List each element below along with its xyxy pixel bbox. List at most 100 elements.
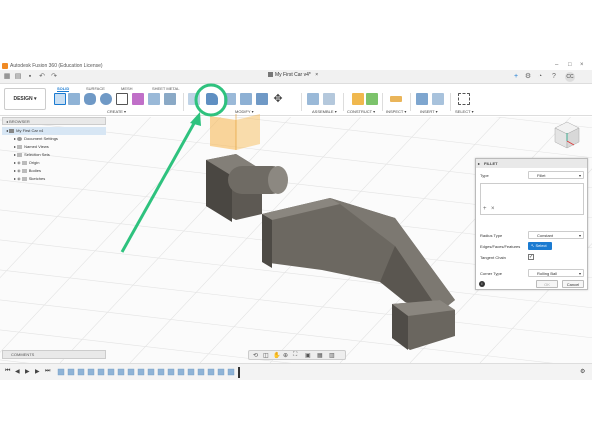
tab-mesh[interactable]: MESH	[121, 86, 133, 91]
workspace-switcher[interactable]: DESIGN ▾	[4, 88, 46, 110]
viewports-icon[interactable]: ▥	[329, 352, 335, 359]
type-select[interactable]: Fillet ▾	[528, 171, 584, 179]
new-component-icon[interactable]	[307, 93, 319, 105]
select-edges-button[interactable]: ↖ Select	[528, 242, 552, 250]
extrude-icon[interactable]	[68, 93, 80, 105]
group-select-label[interactable]: SELECT ▾	[455, 109, 474, 114]
group-create-label[interactable]: CREATE ▾	[107, 109, 126, 114]
play-icon[interactable]: ▶	[25, 368, 30, 375]
tab-solid[interactable]: SOLID	[57, 86, 70, 92]
view-cube[interactable]	[554, 121, 580, 149]
pattern-icon[interactable]	[148, 93, 160, 105]
help-icon[interactable]: ?	[550, 73, 558, 81]
browser-item-named-views[interactable]: ▸ Named Views	[2, 143, 106, 151]
maximize-icon[interactable]: □	[568, 62, 572, 68]
browser-item-label: Document Settings	[24, 136, 58, 141]
move-icon[interactable]: ✥	[272, 93, 284, 105]
tab-surface[interactable]: SURFACE	[86, 86, 105, 91]
component-icon	[9, 128, 15, 133]
group-modify-label[interactable]: MODIFY ▾	[235, 109, 254, 114]
insert-mesh-icon[interactable]	[432, 93, 444, 105]
browser-header[interactable]: ◂ BROWSER	[2, 117, 106, 125]
new-tab-icon[interactable]: +	[512, 73, 520, 81]
document-tab[interactable]: My First Car v4* ×	[268, 72, 318, 78]
timeline-settings-icon[interactable]: ⚙	[580, 368, 585, 375]
group-insert-label[interactable]: INSERT ▾	[420, 109, 438, 114]
close-tab-icon[interactable]: ×	[315, 72, 318, 78]
fillet-header[interactable]: ▸ FILLET	[476, 159, 587, 168]
look-at-icon[interactable]: ◫	[263, 352, 269, 359]
cancel-button[interactable]: Cancel	[562, 280, 584, 288]
folder-icon	[21, 176, 27, 181]
go-to-end-icon[interactable]: ⏭	[45, 368, 50, 375]
collapse-icon[interactable]: ▸	[478, 159, 480, 168]
undo-icon[interactable]: ↶	[38, 73, 46, 81]
display-settings-icon[interactable]: ▣	[305, 352, 311, 359]
zoom-icon[interactable]: ⊕	[283, 352, 288, 359]
folder-icon	[21, 168, 27, 173]
joint-icon[interactable]	[323, 93, 335, 105]
fillet-icon[interactable]	[206, 93, 218, 105]
file-icon[interactable]: ▤	[14, 73, 22, 81]
ok-button[interactable]: OK	[536, 280, 558, 288]
selection-list[interactable]: + ×	[480, 183, 584, 215]
minimize-icon[interactable]: –	[555, 62, 558, 68]
visibility-icon[interactable]: ◉	[17, 168, 21, 173]
corner-type-select[interactable]: Rolling Ball ▾	[528, 269, 584, 277]
remove-icon[interactable]: ×	[491, 206, 495, 212]
ribbon: DESIGN ▾ SOLID SURFACE MESH SHEET METAL …	[0, 84, 592, 116]
fit-icon[interactable]: ⛶	[293, 352, 297, 359]
form-icon[interactable]	[132, 93, 144, 105]
timeline-features[interactable]	[56, 367, 246, 378]
shell-icon[interactable]	[240, 93, 252, 105]
measure-icon[interactable]	[390, 96, 402, 102]
combine-icon[interactable]	[256, 93, 268, 105]
radius-type-label: Radius Type	[480, 233, 503, 238]
extensions-icon[interactable]: ⚙	[524, 73, 532, 81]
group-inspect-label[interactable]: INSPECT ▾	[386, 109, 406, 114]
ribbon-separator	[183, 93, 184, 111]
visibility-icon[interactable]: ◉	[17, 160, 21, 165]
radius-type-select[interactable]: Constant ▾	[528, 231, 584, 239]
grid-settings-icon[interactable]: ▦	[317, 352, 323, 359]
notifications-icon[interactable]: ◔	[536, 73, 544, 81]
avatar[interactable]: CC	[565, 72, 575, 82]
browser-item-sketches[interactable]: ▸ ◉ Sketches	[2, 175, 106, 183]
chamfer-icon[interactable]	[224, 93, 236, 105]
step-back-icon[interactable]: ◀	[15, 368, 20, 375]
axis-icon[interactable]	[366, 93, 378, 105]
select-icon[interactable]	[458, 93, 470, 105]
save-icon[interactable]: ▪	[26, 73, 34, 81]
timeline-marker[interactable]	[238, 367, 240, 378]
add-icon[interactable]: +	[483, 206, 487, 212]
browser-item-selection-sets[interactable]: ▸ Selection Sets	[2, 151, 106, 159]
offset-plane-icon[interactable]	[352, 93, 364, 105]
press-pull-icon[interactable]	[188, 93, 200, 105]
go-to-start-icon[interactable]: ⏮	[5, 368, 10, 375]
comments-bar[interactable]: COMMENTS	[2, 350, 106, 359]
revolve-icon[interactable]	[84, 93, 96, 105]
tangent-chain-checkbox[interactable]: ✓	[528, 254, 534, 260]
type-value: Fillet	[537, 173, 546, 178]
group-assemble-label[interactable]: ASSEMBLE ▾	[312, 109, 337, 114]
tab-sheet-metal[interactable]: SHEET METAL	[152, 86, 179, 91]
new-sketch-icon[interactable]	[54, 93, 66, 105]
pan-icon[interactable]: ✋	[273, 352, 280, 359]
visibility-icon[interactable]: ◉	[17, 176, 21, 181]
info-icon[interactable]: i	[479, 281, 485, 287]
grid-menu-icon[interactable]: ▦	[3, 73, 11, 81]
insert-image-icon[interactable]	[416, 93, 428, 105]
group-construct-label[interactable]: CONSTRUCT ▾	[347, 109, 375, 114]
browser-root[interactable]: ◂ My First Car v4	[2, 127, 106, 135]
box-icon[interactable]	[116, 93, 128, 105]
browser-item-document-settings[interactable]: ▸ Document Settings	[2, 135, 106, 143]
mirror-icon[interactable]	[164, 93, 176, 105]
sweep-icon[interactable]	[100, 93, 112, 105]
redo-icon[interactable]: ↷	[50, 73, 58, 81]
folder-icon	[17, 144, 23, 149]
browser-item-origin[interactable]: ▸ ◉ Origin	[2, 159, 106, 167]
orbit-icon[interactable]: ⟲	[253, 352, 258, 359]
browser-item-bodies[interactable]: ▸ ◉ Bodies	[2, 167, 106, 175]
step-forward-icon[interactable]: ▶	[35, 368, 40, 375]
close-icon[interactable]: ×	[580, 62, 584, 68]
